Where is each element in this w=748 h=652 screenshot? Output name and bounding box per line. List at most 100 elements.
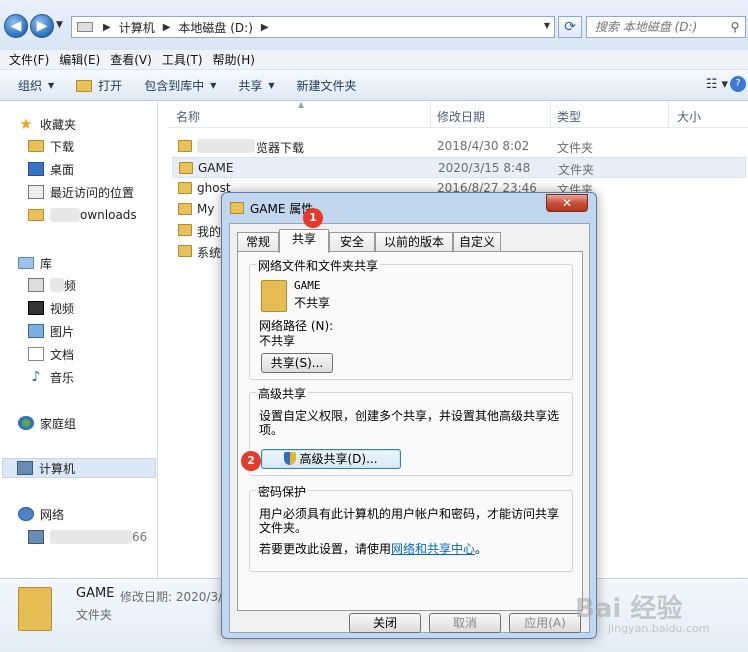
library-icon [18,257,34,269]
music-note-icon: ♪ [31,369,41,385]
folder-icon [178,182,192,194]
tab-previous-versions[interactable]: 以前的版本 [375,232,453,252]
chevron-down-icon: ▼ [268,81,275,90]
address-dropdown-icon[interactable]: ▼ [544,21,550,30]
close-icon[interactable]: ✕ [546,194,588,212]
network-sharing-center-link[interactable]: 网络和共享中心 [391,542,475,556]
downloads-folder-icon [28,140,44,152]
column-divider[interactable] [668,102,669,128]
menu-tools[interactable]: 工具(T) [157,51,208,68]
breadcrumb-computer[interactable]: 计算机 [115,19,159,36]
nav-pictures-label: 图片 [50,324,75,339]
apply-button[interactable]: 应用(A) [509,613,581,633]
menu-help[interactable]: 帮助(H) [208,51,260,68]
nav-downloads-label: 下载 [50,139,75,154]
uac-shield-icon [284,452,297,465]
nav-library-blurred[interactable]: 频 [28,275,76,295]
breadcrumb-drive-d[interactable]: 本地磁盘 (D:) [174,19,256,36]
column-type[interactable]: 类型 [557,108,581,125]
step-badge-2: 2 [241,451,261,471]
search-box[interactable]: ⚲ [586,16,746,38]
documents-icon [28,347,44,361]
column-name[interactable]: 名称 [176,108,200,125]
breadcrumb-separator-icon[interactable]: ▶ [99,22,115,33]
dialog-client: 常规 共享 安全 以前的版本 自定义 网络文件和文件夹共享 GAME 不共享 网… [229,223,590,633]
command-bar: 组织 ▼ 打开 包含到库中 ▼ 共享 ▼ 新建文件夹 ☷ ▾ ? [0,71,748,101]
nav-libraries[interactable]: 库 [18,253,52,273]
back-button[interactable]: ◀ [4,14,28,38]
nav-music[interactable]: ♪ 音乐 [28,367,74,387]
nav-desktop-label: 桌面 [50,162,75,177]
column-date[interactable]: 修改日期 [437,108,485,125]
password-change-prefix: 若要更改此设置，请使用 [259,542,392,556]
folder-icon [28,209,44,221]
nav-recent[interactable]: 最近访问的位置 [28,182,134,202]
folder-icon [179,162,193,174]
column-size[interactable]: 大小 [677,108,701,125]
organize-button[interactable]: 组织 ▼ [10,75,62,97]
nav-favorites[interactable]: ★ 收藏夹 [18,114,76,134]
nav-homegroup[interactable]: 家庭组 [18,413,76,433]
nav-pictures[interactable]: 图片 [28,321,74,341]
nav-downloads[interactable]: 下载 [28,136,74,156]
nav-lib-blur-label: 频 [64,278,77,293]
details-name: GAME [76,586,115,601]
tab-security[interactable]: 安全 [329,232,375,252]
new-folder-button[interactable]: 新建文件夹 [289,75,365,97]
nav-homegroup-label: 家庭组 [40,416,77,431]
close-button[interactable]: 关闭 [349,613,421,633]
password-change-text: 若要更改此设置，请使用网络和共享中心。 [259,540,487,557]
chevron-down-icon: ▼ [48,81,55,90]
network-icon [18,507,34,521]
address-box[interactable]: ▶ 计算机 ▶ 本地磁盘 (D:) ▶ ▼ [71,16,555,38]
cancel-button[interactable]: 取消 [429,613,501,633]
nav-network-pc[interactable]: 66 [28,527,147,547]
menu-file[interactable]: 文件(F) [4,51,54,68]
refresh-button[interactable]: ⟳ [558,16,582,38]
dialog-titlebar[interactable]: GAME 属性 ✕ [222,193,596,223]
menu-edit[interactable]: 编辑(E) [54,51,105,68]
help-icon[interactable]: ? [730,76,746,92]
share-button[interactable]: 共享(S)... [261,353,333,373]
nav-downloads-blurred[interactable]: ownloads [28,205,137,225]
share-status: 不共享 [294,296,331,310]
nav-videos[interactable]: 视频 [28,298,74,318]
advanced-sharing-button[interactable]: 高级共享(D)... [261,449,401,469]
menu-view[interactable]: 查看(V) [105,51,157,68]
desktop-icon [28,162,44,176]
network-sharing-title: 网络文件和文件夹共享 [256,257,381,274]
homegroup-icon [18,416,34,430]
nav-desktop[interactable]: 桌面 [28,159,74,179]
blurred-text [197,139,255,153]
tab-sharing[interactable]: 共享 [279,229,329,253]
nav-videos-label: 视频 [50,301,75,316]
tab-customize[interactable]: 自定义 [453,232,501,252]
computer-icon [17,461,33,475]
include-in-library-button[interactable]: 包含到库中 ▼ [136,75,224,97]
forward-button[interactable]: ▶ [30,14,54,38]
advanced-sharing-desc-line2: 项。 [259,423,284,437]
file-type: 文件夹 [558,163,595,177]
file-name: GAME [198,161,234,175]
folder-icon [178,245,192,257]
file-row-selected[interactable]: GAME 2020/3/15 8:48 文件夹 [172,157,746,178]
open-button[interactable]: 打开 [68,75,130,97]
password-desc-line2: 文件夹。 [259,521,308,535]
recent-pages-dropdown-icon[interactable]: ▼ [56,20,63,30]
search-input[interactable] [587,19,727,35]
advanced-sharing-group: 高级共享 设置自定义权限，创建多个共享，并设置其他高级共享选 项。 高级共享(D… [249,385,573,476]
password-change-suffix: 。 [475,542,488,556]
column-divider[interactable] [430,102,431,128]
drive-icon [77,22,93,32]
new-folder-label: 新建文件夹 [296,79,357,93]
nav-network[interactable]: 网络 [18,504,64,524]
column-divider[interactable] [550,102,551,128]
breadcrumb-separator-icon[interactable]: ▶ [257,22,273,33]
nav-computer[interactable]: 计算机 [2,458,156,478]
share-with-button[interactable]: 共享 ▼ [230,75,282,97]
view-options-icon[interactable]: ☷ ▾ [706,77,728,92]
nav-documents[interactable]: 文档 [28,344,74,364]
file-row[interactable]: 览器下载 2018/4/30 8:02 文件夹 [172,136,746,157]
breadcrumb-separator-icon[interactable]: ▶ [159,22,175,33]
tab-general[interactable]: 常规 [237,232,279,252]
